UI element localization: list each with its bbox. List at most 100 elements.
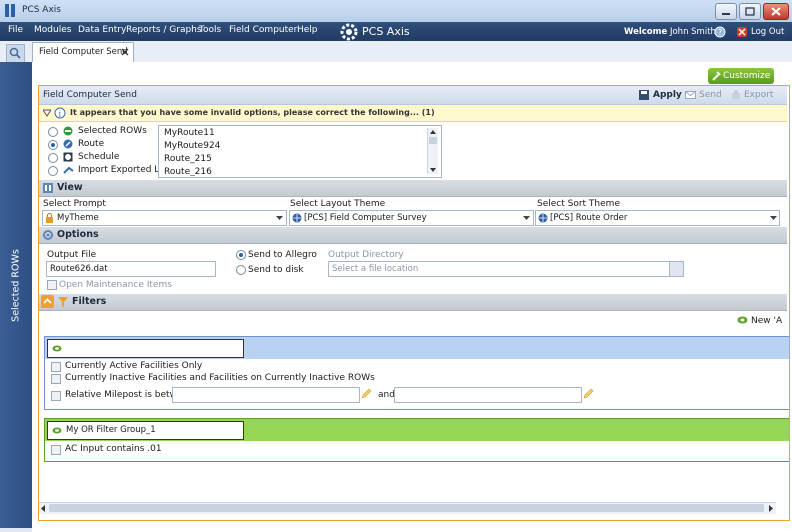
minimize-button[interactable] <box>715 3 737 20</box>
milepost-from-input[interactable] <box>172 387 360 403</box>
brand-name: PCS Axis <box>362 25 410 38</box>
logout-icon[interactable] <box>736 26 748 38</box>
customize-button[interactable]: Customize <box>708 68 774 84</box>
welcome-label: Welcome <box>624 27 668 37</box>
tab-close-icon[interactable] <box>121 48 129 56</box>
and-filter-group: Currently Active Facilities Only Current… <box>44 336 789 410</box>
close-icon <box>771 7 781 16</box>
panel-header: Field Computer Send Apply Send Export <box>39 86 787 105</box>
radio-route[interactable] <box>48 140 58 150</box>
chevron-down-icon <box>523 216 530 220</box>
collapse-filters-button[interactable] <box>41 295 54 308</box>
option-schedule[interactable]: Schedule <box>78 152 119 162</box>
ac-input-checkbox[interactable] <box>51 445 61 455</box>
prompt-label: Select Prompt <box>43 199 106 209</box>
pencil-icon[interactable] <box>361 388 372 399</box>
pencil-icon[interactable] <box>583 388 594 399</box>
route-icon <box>63 139 73 149</box>
route-item[interactable]: Route_216 <box>164 167 212 176</box>
logout-link[interactable]: Log Out <box>751 27 784 37</box>
view-section-header[interactable]: View <box>39 180 787 197</box>
welcome-text: Welcome John Smith <box>624 27 716 37</box>
active-facilities-label: Currently Active Facilities Only <box>65 361 203 371</box>
output-file-label: Output File <box>47 250 97 260</box>
filters-section-header[interactable]: Filters <box>39 294 787 311</box>
route-item[interactable]: Route_215 <box>164 154 212 164</box>
svg-text:?: ? <box>718 28 722 37</box>
view-title: View <box>57 182 83 193</box>
options-section-header[interactable]: Options <box>39 227 787 244</box>
close-window-button[interactable] <box>763 3 789 20</box>
sidebar-label: Selected ROWs <box>10 249 22 322</box>
listbox-scrollbar[interactable] <box>427 128 438 174</box>
maximize-button[interactable] <box>739 3 761 20</box>
svg-text:i: i <box>59 110 62 119</box>
search-icon <box>9 47 21 59</box>
send-disk-label[interactable]: Send to disk <box>248 265 304 275</box>
option-import-exported-list[interactable]: Import Exported List <box>78 165 170 175</box>
help-icon[interactable]: ? <box>714 26 726 38</box>
radio-send-allegro[interactable] <box>236 250 246 260</box>
milepost-checkbox[interactable] <box>51 391 61 401</box>
open-maintenance-checkbox[interactable] <box>47 280 57 290</box>
output-dir-input[interactable]: Select a file location <box>328 261 684 277</box>
output-file-input[interactable]: Route626.dat <box>46 261 216 277</box>
radio-import-exported-list[interactable] <box>48 166 58 176</box>
route-item[interactable]: MyRoute11 <box>164 128 215 138</box>
wrench-icon <box>712 71 721 81</box>
filters-title: Filters <box>72 296 107 307</box>
radio-selected-rows[interactable] <box>48 127 58 137</box>
tab-field-computer-send[interactable]: Field Computer Send <box>32 42 134 62</box>
chevron-up-icon <box>43 298 52 304</box>
inactive-facilities-checkbox[interactable] <box>51 374 61 384</box>
new-group-link[interactable]: New 'A <box>751 316 782 326</box>
scroll-right-icon[interactable] <box>767 505 774 512</box>
minimize-icon <box>722 13 730 15</box>
collapse-warning-icon[interactable] <box>43 109 51 117</box>
scroll-left-icon[interactable] <box>40 505 47 512</box>
menu-modules[interactable]: Modules <box>34 25 71 35</box>
or-group-name-input[interactable]: My OR Filter Group_1 <box>47 421 244 440</box>
apply-button[interactable]: Apply <box>653 90 682 100</box>
selected-rows-icon <box>63 126 73 136</box>
export-button[interactable]: Export <box>744 90 773 100</box>
export-icon <box>732 90 740 99</box>
option-route[interactable]: Route <box>78 139 104 149</box>
window-title: PCS Axis <box>22 5 61 15</box>
save-icon <box>639 90 649 100</box>
sort-select[interactable]: [PCS] Route Order <box>535 210 780 226</box>
tab-label: Field Computer Send <box>39 47 128 57</box>
browse-button[interactable] <box>669 262 683 276</box>
option-selected-rows[interactable]: Selected ROWs <box>78 126 147 136</box>
search-button[interactable] <box>6 44 25 63</box>
panel-title: Field Computer Send <box>43 90 137 100</box>
menu-help[interactable]: Help <box>297 25 318 35</box>
and-group-name-input[interactable] <box>47 339 244 358</box>
open-maintenance-label: Open Maintenance Items <box>59 280 172 290</box>
ac-input-label: AC Input contains .01 <box>65 444 162 454</box>
route-item[interactable]: MyRoute924 <box>164 141 220 151</box>
milepost-to-input[interactable] <box>394 387 582 403</box>
or-group-icon <box>52 427 62 434</box>
menu-file[interactable]: File <box>8 25 23 35</box>
chevron-down-icon <box>276 216 283 220</box>
filter-funnel-icon <box>58 297 68 307</box>
and-label: and <box>378 390 395 400</box>
radio-send-disk[interactable] <box>236 265 246 275</box>
route-listbox[interactable]: MyRoute11 MyRoute924 Route_215 Route_216 <box>158 125 442 178</box>
menu-data-entry[interactable]: Data Entry <box>78 25 126 35</box>
active-facilities-checkbox[interactable] <box>51 362 61 372</box>
menu-field-computer[interactable]: Field Computer <box>229 25 297 35</box>
send-button[interactable]: Send <box>699 90 722 100</box>
menu-tools[interactable]: Tools <box>199 25 221 35</box>
import-icon <box>63 166 74 174</box>
layout-label: Select Layout Theme <box>290 199 386 209</box>
prompt-select[interactable]: MyTheme <box>42 210 287 226</box>
radio-schedule[interactable] <box>48 153 58 163</box>
horizontal-scrollbar[interactable] <box>39 502 776 514</box>
layout-select[interactable]: [PCS] Field Computer Survey <box>289 210 534 226</box>
schedule-icon <box>63 152 73 162</box>
scroll-thumb[interactable] <box>49 504 764 512</box>
send-allegro-label[interactable]: Send to Allegro <box>248 250 317 260</box>
menu-reports-graphs[interactable]: Reports / Graphs <box>126 25 202 35</box>
